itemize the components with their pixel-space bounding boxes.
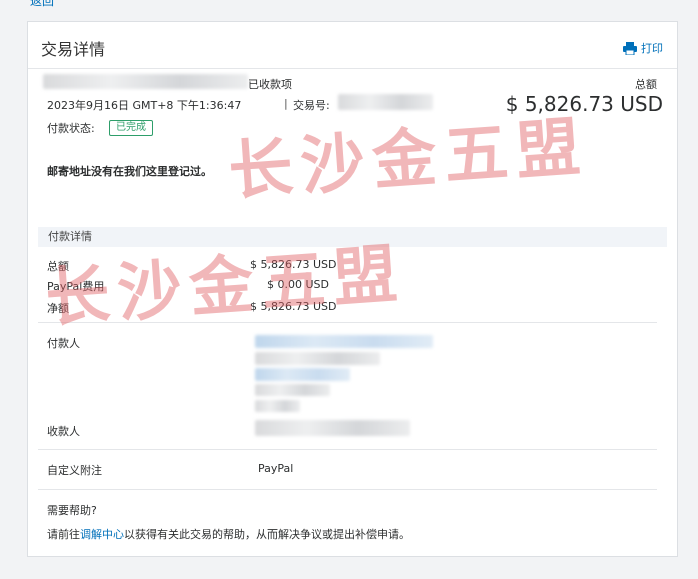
transaction-type-label: 已收款项 bbox=[248, 78, 292, 91]
back-link[interactable]: 返回 bbox=[30, 0, 54, 9]
redacted-payer-line bbox=[255, 352, 380, 365]
redacted-payer-line bbox=[255, 400, 300, 412]
redacted-payer-line bbox=[255, 368, 350, 381]
row-value-gross: $ 5,826.73 USD bbox=[250, 258, 337, 271]
redacted-payee bbox=[255, 420, 410, 436]
row-value-fee: $ 0.00 USD bbox=[267, 278, 329, 291]
redacted-name bbox=[43, 74, 248, 89]
total-label: 总额 bbox=[635, 78, 657, 91]
help-text-suffix: 以获得有关此交易的帮助，从而解决争议或提出补偿申请。 bbox=[124, 528, 410, 541]
redacted-transaction-id bbox=[338, 94, 433, 110]
divider bbox=[38, 449, 657, 450]
help-heading: 需要帮助? bbox=[47, 504, 97, 517]
custom-note-label: 自定义附注 bbox=[47, 464, 102, 477]
row-label-gross: 总额 bbox=[47, 260, 69, 273]
row-value-net: $ 5,826.73 USD bbox=[250, 300, 337, 313]
divider bbox=[38, 489, 657, 490]
page-title: 交易详情 bbox=[41, 40, 106, 59]
custom-note-value: PayPal bbox=[258, 462, 294, 475]
transaction-details-card: 交易详情 打印 已收款项 总额 2023年9月16日 GMT+8 下午1:36:… bbox=[27, 21, 678, 557]
status-badge: 已完成 bbox=[109, 120, 153, 136]
redacted-payer-email bbox=[255, 335, 433, 348]
transaction-date: 2023年9月16日 GMT+8 下午1:36:47 bbox=[47, 99, 242, 112]
resolution-center-link[interactable]: 调解中心 bbox=[80, 528, 124, 541]
separator: | bbox=[284, 97, 288, 110]
payment-details-heading: 付款详情 bbox=[38, 227, 667, 247]
transaction-id-label: 交易号: bbox=[293, 99, 330, 112]
print-button[interactable]: 打印 bbox=[623, 40, 663, 56]
total-amount: $ 5,826.73 USD bbox=[505, 92, 663, 116]
row-label-fee: PayPal费用 bbox=[47, 280, 105, 293]
row-label-net: 净额 bbox=[47, 302, 69, 315]
address-note: 邮寄地址没有在我们这里登记过。 bbox=[47, 165, 212, 178]
redacted-payer-line bbox=[255, 384, 330, 396]
status-label: 付款状态: bbox=[47, 122, 95, 135]
print-label: 打印 bbox=[641, 42, 663, 55]
card-header: 交易详情 打印 bbox=[28, 22, 677, 69]
payee-label: 收款人 bbox=[47, 425, 80, 438]
divider bbox=[38, 322, 657, 323]
payer-label: 付款人 bbox=[47, 337, 80, 350]
printer-icon bbox=[623, 41, 637, 55]
help-text: 请前往调解中心以获得有关此交易的帮助，从而解决争议或提出补偿申请。 bbox=[47, 526, 410, 542]
help-text-prefix: 请前往 bbox=[47, 528, 80, 541]
